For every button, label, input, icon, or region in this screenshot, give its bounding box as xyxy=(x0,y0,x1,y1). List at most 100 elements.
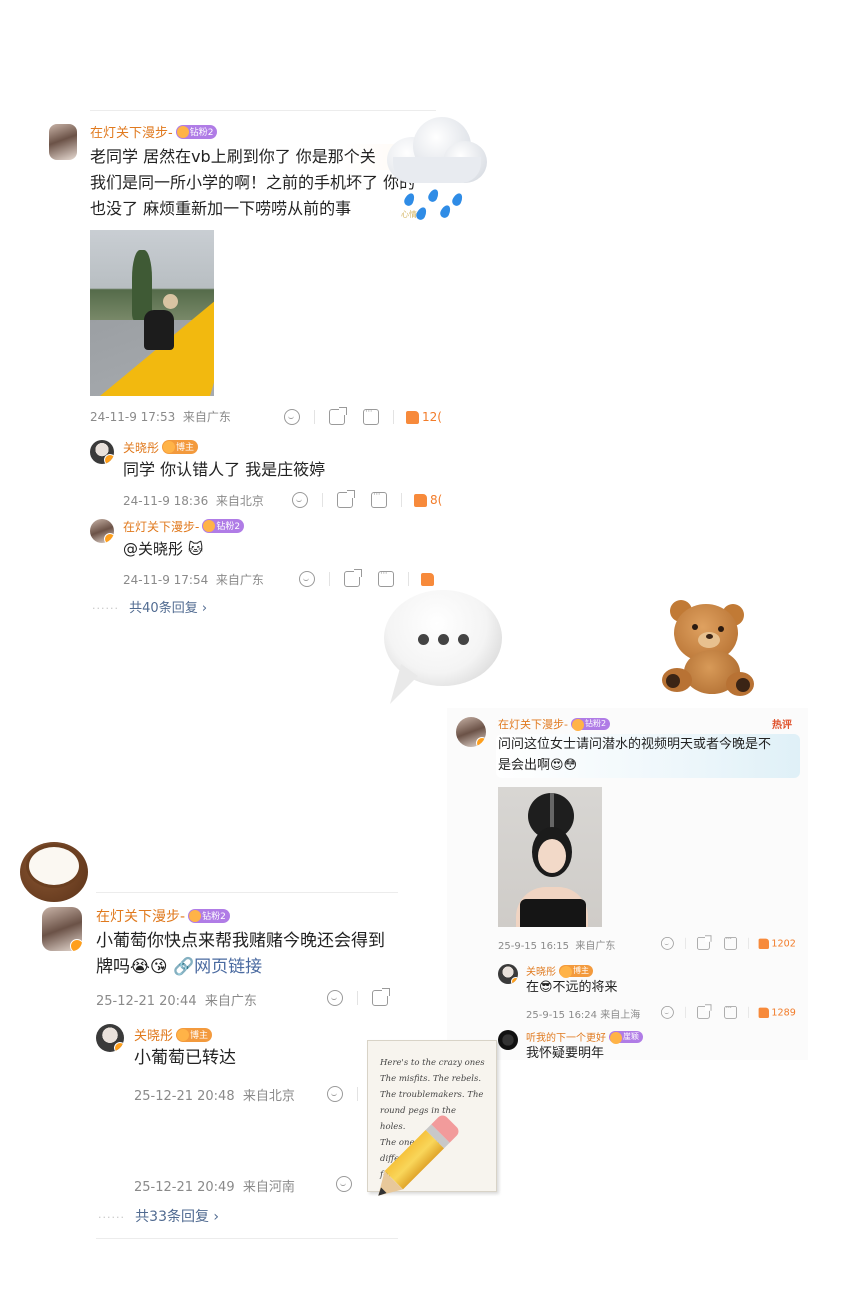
action-separator xyxy=(685,937,686,949)
blogger-badge: 博主 xyxy=(162,439,199,454)
coconut-sticker xyxy=(20,836,90,902)
fan-badge: 钻粉2 xyxy=(188,908,230,923)
like-button[interactable]: 12( xyxy=(406,410,442,424)
emoji-reaction-icon[interactable] xyxy=(661,937,674,950)
reply-avatar[interactable] xyxy=(90,440,114,464)
comment-meta: 25-12-21 20:44 来自广东 xyxy=(96,990,257,1009)
verified-badge-icon xyxy=(104,533,114,543)
username-text[interactable]: 关晓彤 xyxy=(134,1029,173,1044)
reply-location: 来自北京 xyxy=(242,1089,295,1104)
reply-actions xyxy=(327,1086,358,1102)
username-text[interactable]: 关晓彤 xyxy=(526,967,556,978)
comment-icon[interactable] xyxy=(371,490,387,508)
note-line: round pegs in the xyxy=(380,1106,457,1116)
comment-photo[interactable] xyxy=(90,230,214,396)
reply-text: 小葡萄已转达 xyxy=(134,1048,236,1068)
comment-meta: 25-9-15 16:15 来自广东 xyxy=(498,937,615,952)
verified-badge-icon xyxy=(511,977,518,984)
like-button[interactable]: 1289 xyxy=(758,1006,796,1018)
thumbs-up-icon xyxy=(414,493,427,507)
more-replies-link[interactable]: 共33条回复 › xyxy=(135,1209,219,1225)
action-separator xyxy=(322,493,323,507)
comment-icon[interactable] xyxy=(378,569,394,587)
like-button[interactable]: 1202 xyxy=(758,938,796,949)
blogger-badge: 博主 xyxy=(176,1027,213,1042)
reply-username[interactable]: 关晓彤 博主 xyxy=(134,1025,213,1044)
reply-time: 25-12-21 20:49 xyxy=(134,1180,235,1195)
emoji-reaction-icon[interactable] xyxy=(284,409,300,425)
comment-text: 问问这位女士请问潜水的视频明天或者今晚是不 是会出啊😍😳 xyxy=(498,734,798,776)
share-icon[interactable] xyxy=(329,407,347,425)
like-button[interactable] xyxy=(421,572,434,586)
verified-badge-icon xyxy=(114,1042,124,1052)
emoji-reaction-icon[interactable] xyxy=(292,492,308,508)
emoji-reaction-icon[interactable] xyxy=(299,571,315,587)
web-link[interactable]: 🔗网页链接 xyxy=(173,957,262,977)
comment-photo[interactable] xyxy=(498,787,602,927)
reply-avatar[interactable] xyxy=(96,1024,124,1052)
fan-badge: 崖颖 xyxy=(609,1030,643,1044)
share-icon[interactable] xyxy=(344,569,362,587)
comment-username[interactable]: 在灯关下漫步- 钻粉2 xyxy=(96,906,230,926)
comment-time: 25-9-15 16:15 xyxy=(498,941,570,952)
comment-icon[interactable] xyxy=(363,407,379,425)
thumbs-up-icon xyxy=(406,410,419,424)
username-text[interactable]: 听我的下一个更好 xyxy=(526,1033,606,1044)
comment-icon[interactable] xyxy=(724,935,737,950)
username-text[interactable]: 在灯关下漫步- xyxy=(96,909,185,925)
action-separator xyxy=(401,493,402,507)
comment-username[interactable]: 在灯关下漫步- 钻粉2 xyxy=(90,122,218,141)
comment-line-text: 牌吗😭😘 xyxy=(96,957,168,977)
reply-actions xyxy=(336,1176,352,1192)
more-replies-row[interactable]: ······ 共40条回复 › xyxy=(92,597,207,616)
reply-time: 25-12-21 20:48 xyxy=(134,1089,235,1104)
username-text[interactable]: 在灯关下漫步- xyxy=(90,126,173,141)
reply-text: 同学 你认错人了 我是庄筱婷 xyxy=(123,460,326,479)
comment-icon[interactable] xyxy=(724,1004,737,1019)
speech-bubble-sticker xyxy=(384,590,504,708)
like-count: 1289 xyxy=(771,1006,796,1018)
avatar[interactable] xyxy=(49,124,77,160)
share-icon[interactable] xyxy=(697,1004,712,1019)
like-button[interactable]: 8( xyxy=(414,493,442,507)
reply-avatar[interactable] xyxy=(498,1030,518,1050)
avatar[interactable] xyxy=(456,717,486,747)
reply-username[interactable]: 听我的下一个更好 崖颖 xyxy=(526,1029,643,1044)
reply-text: @关晓彤 🐱 xyxy=(123,540,204,558)
avatar[interactable] xyxy=(42,907,82,951)
more-replies-link[interactable]: 共40条回复 › xyxy=(129,601,207,616)
reply-time: 24-11-9 17:54 xyxy=(123,573,209,587)
reply-text: 在😎不远的将来 xyxy=(526,980,618,995)
reply-username[interactable]: 在灯关下漫步- 钻粉2 xyxy=(123,518,245,535)
username-text[interactable]: 在灯关下漫步- xyxy=(123,520,199,534)
comment-line: 问问这位女士请问潜水的视频明天或者今晚是不 xyxy=(498,737,772,752)
reply-avatar[interactable] xyxy=(498,964,518,984)
section-divider xyxy=(96,892,398,893)
thumbs-up-icon xyxy=(421,572,434,586)
username-text[interactable]: 关晓彤 xyxy=(123,441,159,455)
reply-location: 来自河南 xyxy=(242,1180,295,1195)
share-icon[interactable] xyxy=(697,935,712,950)
reply-actions: 1289 xyxy=(661,1004,796,1019)
emoji-reaction-icon[interactable] xyxy=(336,1176,352,1192)
reply-avatar[interactable] xyxy=(90,519,114,543)
reply-meta: 25-12-21 20:48 来自北京 xyxy=(134,1085,295,1104)
emoji-reaction-icon[interactable] xyxy=(661,1006,674,1019)
more-replies-row[interactable]: ······ 共33条回复 › xyxy=(98,1206,219,1226)
reply-username[interactable]: 关晓彤 博主 xyxy=(123,439,199,456)
emoji-reaction-icon[interactable] xyxy=(327,1086,343,1102)
reply-actions: 8( xyxy=(292,490,442,508)
thumbs-up-icon xyxy=(758,1007,769,1018)
fan-badge: 钻粉2 xyxy=(570,717,611,731)
comment-text: 小葡萄你快点来帮我赌赌今晚还会得到 牌吗😭😘 🔗网页链接 xyxy=(96,928,398,980)
reply-username[interactable]: 关晓彤 博主 xyxy=(526,963,593,978)
top-divider xyxy=(90,110,436,111)
reply-text: 我怀疑要明年 xyxy=(526,1046,605,1061)
comment-username[interactable]: 在灯关下漫步- 钻粉2 xyxy=(498,716,611,732)
share-icon[interactable] xyxy=(337,490,355,508)
like-count: 8( xyxy=(430,493,443,507)
share-icon[interactable] xyxy=(372,988,390,1006)
comment-time: 24-11-9 17:53 xyxy=(90,410,176,424)
username-text[interactable]: 在灯关下漫步- xyxy=(498,718,568,731)
emoji-reaction-icon[interactable] xyxy=(327,990,343,1006)
